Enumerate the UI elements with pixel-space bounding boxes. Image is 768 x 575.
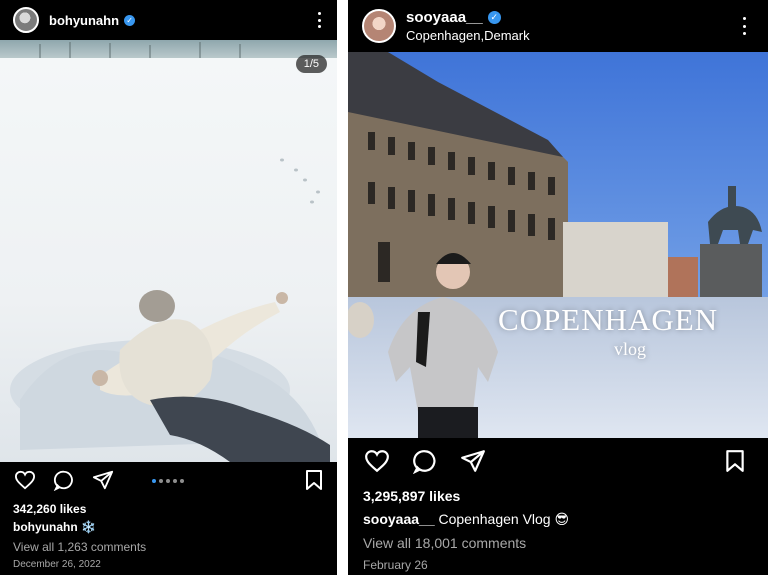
carousel-dot-active xyxy=(152,479,156,483)
share-icon[interactable] xyxy=(460,448,486,474)
username-row: bohyunahn ✓ xyxy=(49,13,136,28)
bookmark-icon[interactable] xyxy=(301,467,327,493)
bookmark-icon[interactable] xyxy=(722,448,748,474)
post-date: December 26, 2022 xyxy=(13,559,101,570)
caption-text: Copenhagen Vlog 😎 xyxy=(438,511,570,527)
comment-icon[interactable] xyxy=(51,467,77,493)
copenhagen-photo xyxy=(348,52,768,438)
location-link[interactable]: Copenhagen,Demark xyxy=(406,28,530,43)
view-comments-link[interactable]: View all 1,263 comments xyxy=(13,540,146,554)
username[interactable]: bohyunahn xyxy=(49,13,119,28)
likes-count[interactable]: 342,260 likes xyxy=(13,502,86,516)
heart-icon[interactable] xyxy=(12,467,38,493)
action-bar xyxy=(348,448,768,478)
caption-text: ❄️ xyxy=(81,520,96,534)
heart-icon[interactable] xyxy=(364,448,390,474)
caption-username[interactable]: bohyunahn xyxy=(13,520,78,534)
share-icon[interactable] xyxy=(90,467,116,493)
post-author: sooyaaa__ ✓ Copenhagen,Demark xyxy=(406,9,530,43)
post-date: February 26 xyxy=(363,558,428,572)
caption: bohyunahn ❄️ xyxy=(13,520,96,534)
username-row: sooyaaa__ ✓ xyxy=(406,9,530,26)
snow-angel-photo xyxy=(0,40,337,462)
username[interactable]: sooyaaa__ xyxy=(406,9,483,26)
more-options-icon[interactable] xyxy=(317,12,321,28)
post-author: bohyunahn ✓ xyxy=(49,13,136,28)
post-left: bohyunahn ✓ 1/5 342,260 likes bohyunahn … xyxy=(0,0,337,575)
verified-badge-icon: ✓ xyxy=(124,14,136,26)
post-header: bohyunahn ✓ xyxy=(0,0,337,40)
comment-icon[interactable] xyxy=(412,448,438,474)
avatar[interactable] xyxy=(13,7,39,33)
carousel-dots xyxy=(152,479,184,483)
verified-badge-icon: ✓ xyxy=(487,11,501,24)
overlay-title: COPENHAGEN xyxy=(498,302,719,337)
view-comments-link[interactable]: View all 18,001 comments xyxy=(363,535,526,551)
carousel-counter: 1/5 xyxy=(295,55,327,73)
post-header: sooyaaa__ ✓ Copenhagen,Demark xyxy=(348,0,768,52)
caption: sooyaaa__ Copenhagen Vlog 😎 xyxy=(363,511,569,528)
post-image[interactable]: COPENHAGEN vlog xyxy=(348,52,768,438)
caption-username[interactable]: sooyaaa__ xyxy=(363,511,435,527)
likes-count[interactable]: 3,295,897 likes xyxy=(363,488,460,504)
more-options-icon[interactable] xyxy=(742,17,746,35)
post-right: sooyaaa__ ✓ Copenhagen,Demark COPENHAGEN… xyxy=(348,0,768,575)
avatar[interactable] xyxy=(362,9,396,43)
post-image[interactable]: 1/5 xyxy=(0,40,337,462)
overlay-subtitle: vlog xyxy=(614,339,647,359)
action-bar xyxy=(0,467,337,497)
